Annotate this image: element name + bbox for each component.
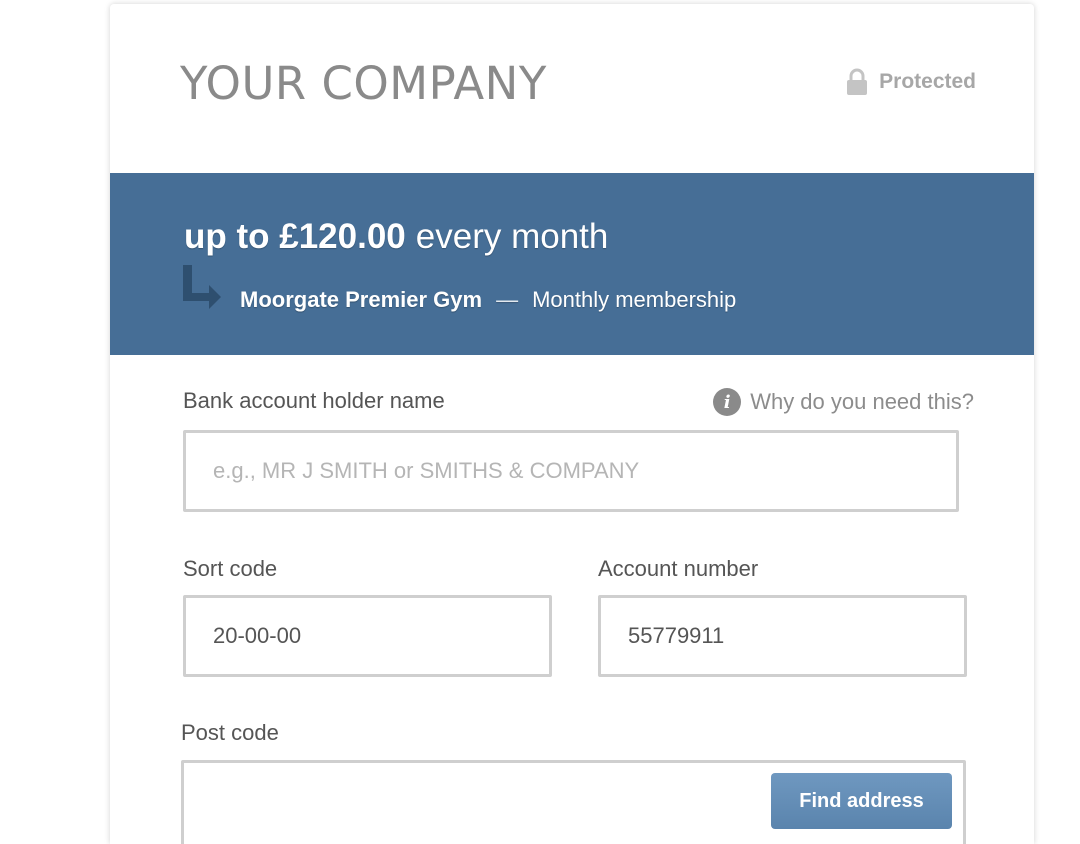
plan-description: Monthly membership	[532, 287, 737, 312]
holder-name-input[interactable]	[183, 430, 959, 512]
protected-indicator: Protected	[845, 68, 976, 96]
info-icon[interactable]: i	[713, 388, 742, 416]
why-need-this-link[interactable]: i Why do you need this?	[713, 388, 974, 416]
lock-icon	[847, 68, 868, 95]
why-need-this-text[interactable]: Why do you need this?	[750, 389, 974, 415]
payment-period: every month	[415, 217, 609, 256]
merchant-name: Moorgate Premier Gym	[240, 287, 483, 312]
amount-line: up to £120.00 every month	[184, 217, 608, 257]
protected-label: Protected	[879, 70, 976, 93]
holder-name-label: Bank account holder name	[183, 388, 445, 413]
payment-card: YOUR COMPANY Protected up to £120.00 ever…	[110, 4, 1034, 844]
post-code-label: Post code	[181, 720, 279, 745]
company-name: YOUR COMPANY	[180, 57, 547, 110]
find-address-button[interactable]: Find address	[771, 773, 952, 829]
separator: —	[496, 287, 519, 312]
header: YOUR COMPANY Protected	[110, 4, 1034, 173]
payment-amount: up to £120.00	[184, 217, 406, 256]
merchant-line: Moorgate Premier Gym — Monthly membership	[240, 287, 736, 313]
arrow-return-icon	[183, 265, 221, 309]
account-number-label: Account number	[598, 556, 759, 581]
payment-summary-banner: up to £120.00 every month Moorgate Premie…	[110, 173, 1034, 355]
account-number-input[interactable]	[598, 595, 967, 677]
sort-code-label: Sort code	[183, 556, 278, 581]
sort-code-input[interactable]	[183, 595, 552, 677]
